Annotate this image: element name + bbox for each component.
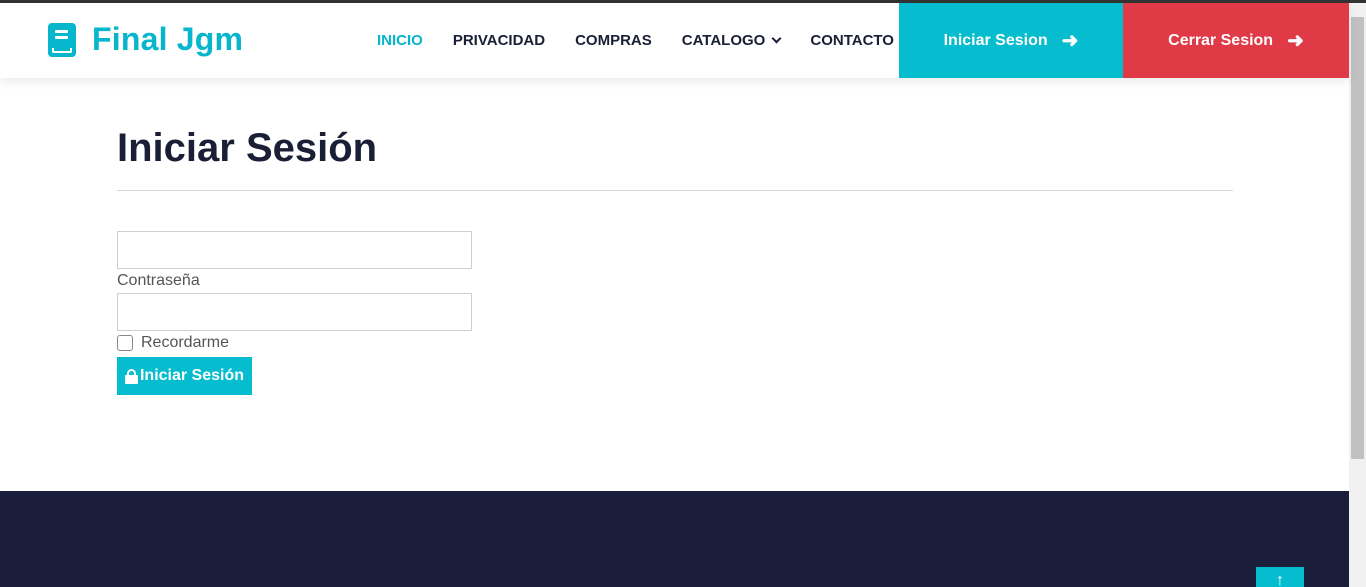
header-logout-label: Cerrar Sesion [1168, 31, 1274, 49]
page-title: Iniciar Sesión [117, 126, 378, 170]
back-to-top-button[interactable]: ↑ [1256, 567, 1304, 587]
login-submit-button[interactable]: Iniciar Sesión [117, 357, 252, 395]
brand-logo[interactable]: Final Jgm [48, 21, 243, 58]
page-scrollbar[interactable] [1349, 3, 1366, 587]
nav-item-catalogo[interactable]: CATALOGO [667, 32, 796, 49]
arrow-right-icon: ➜ [1061, 29, 1079, 52]
site-header: Final Jgm INICIO PRIVACIDAD COMPRAS CATA… [0, 3, 1349, 78]
username-input[interactable] [117, 231, 472, 269]
title-divider [117, 190, 1233, 191]
nav-item-privacidad[interactable]: PRIVACIDAD [438, 32, 560, 49]
remember-checkbox[interactable] [117, 335, 133, 351]
nav-item-catalogo-label: CATALOGO [681, 32, 766, 49]
main-nav: INICIO PRIVACIDAD COMPRAS CATALOGO CONTA… [362, 3, 909, 78]
nav-item-inicio[interactable]: INICIO [362, 32, 438, 49]
brand-name: Final Jgm [92, 21, 244, 57]
lock-icon [124, 368, 138, 384]
arrow-up-icon: ↑ [1276, 572, 1284, 587]
password-input[interactable] [117, 293, 472, 331]
scrollbar-thumb[interactable] [1351, 17, 1364, 459]
site-footer [0, 491, 1349, 587]
password-label: Contraseña [117, 272, 200, 289]
nav-item-contacto[interactable]: CONTACTO [795, 32, 909, 49]
remember-me[interactable]: Recordarme [117, 334, 229, 352]
login-submit-label: Iniciar Sesión [139, 367, 245, 384]
nav-item-compras[interactable]: COMPRAS [560, 32, 667, 49]
remember-label: Recordarme [141, 334, 230, 351]
header-logout-button[interactable]: Cerrar Sesion ➜ [1123, 3, 1349, 78]
header-login-button[interactable]: Iniciar Sesion ➜ [899, 3, 1123, 78]
book-icon [48, 22, 76, 57]
chevron-down-icon [771, 33, 782, 44]
arrow-right-icon: ➜ [1287, 29, 1304, 52]
header-login-label: Iniciar Sesion [943, 31, 1048, 49]
